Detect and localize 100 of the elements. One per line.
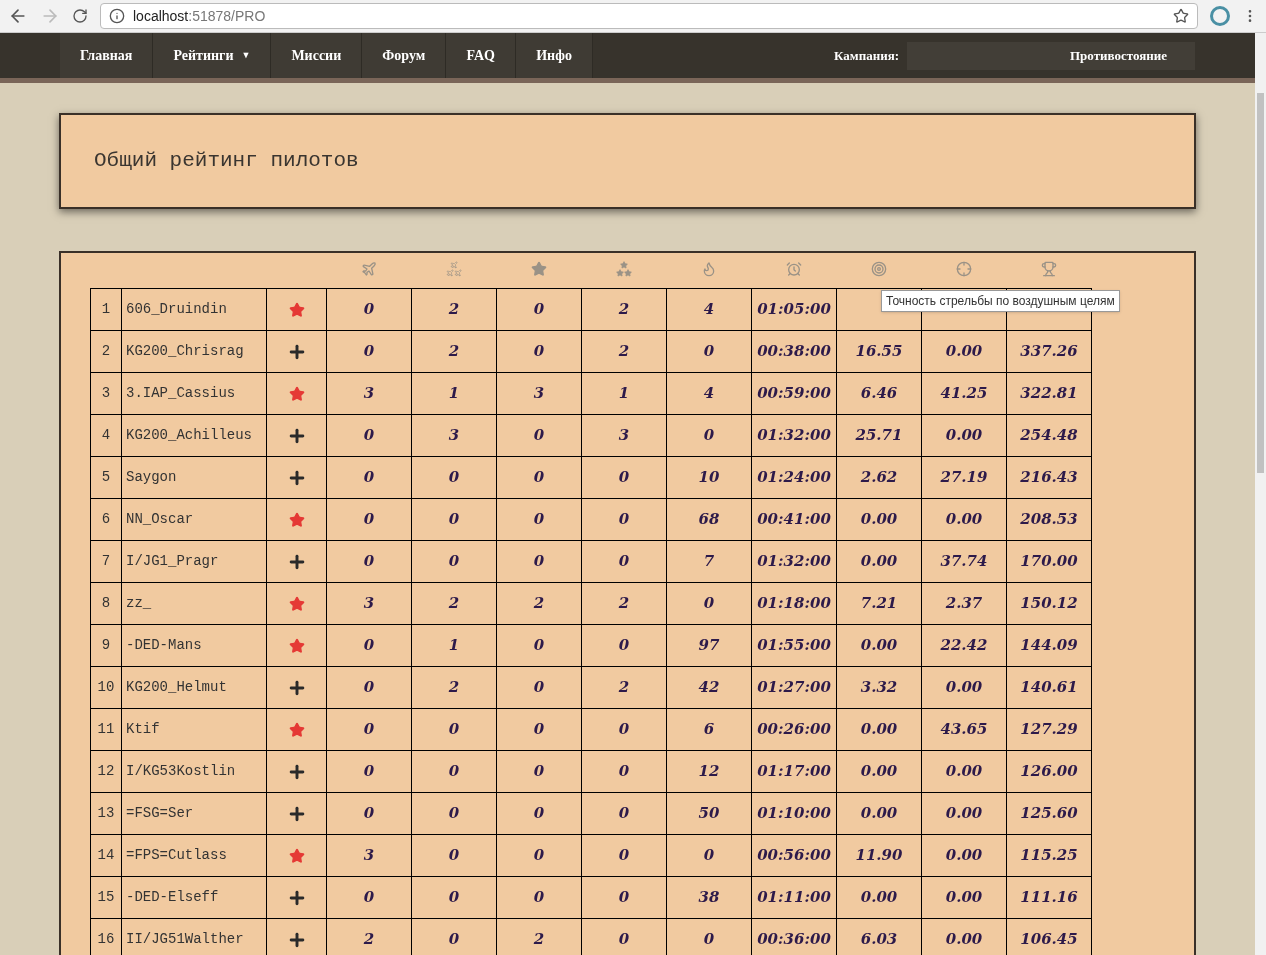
stat-cell: 0 [326,750,412,793]
rank-cell: 11 [90,708,122,751]
stat-cell: 0 [326,624,412,667]
stat-cell: 337.26 [1006,330,1092,373]
pilot-name-cell: -DED-Mans [121,624,267,667]
stat-cell: 41.25 [921,372,1007,415]
stat-cell: 11.90 [836,834,922,877]
stat-cell: 2.62 [836,456,922,499]
stat-cell: 0 [496,330,582,373]
stat-cell: 127.29 [1006,708,1092,751]
stat-cell: 0 [581,876,667,919]
rank-cell: 5 [90,456,122,499]
stat-cell: 2 [581,330,667,373]
stat-cell: 0 [411,456,497,499]
stat-cell: 0 [411,876,497,919]
stat-cell: 0.00 [836,498,922,541]
nav-link[interactable]: Форум [362,33,447,78]
rank-cell: 2 [90,330,122,373]
stat-cell: 0 [666,834,752,877]
stat-cell: 01:17:00 [751,750,837,793]
nav-link[interactable]: Главная [60,33,154,78]
bookmark-star-icon[interactable] [1173,8,1189,24]
stat-cell: 00:59:00 [751,372,837,415]
stat-cell: 4 [666,372,752,415]
pilot-name-cell: I/JG1_Pragr [121,540,267,583]
crosshair-icon [955,261,972,277]
stat-cell: 2 [411,330,497,373]
stat-cell: 7.21 [836,582,922,625]
reload-icon[interactable] [72,8,88,24]
stat-cell: 0.00 [921,330,1007,373]
stat-cell: 0.00 [836,540,922,583]
stat-cell: 3 [326,834,412,877]
rank-cell: 1 [90,288,122,331]
stat-cell: 0.00 [921,414,1007,457]
stat-cell: 322.81 [1006,372,1092,415]
rank-cell: 7 [90,540,122,583]
stat-cell: 0.00 [921,876,1007,919]
stat-cell: 2 [581,582,667,625]
nav-link[interactable]: Миссии [271,33,363,78]
pilot-name-cell: KG200_Helmut [121,666,267,709]
info-icon [109,8,125,24]
stat-cell: 0 [666,330,752,373]
stat-cell: 01:32:00 [751,414,837,457]
page-title: Общий рейтинг пилотов [94,148,359,175]
stat-cell: 0 [581,456,667,499]
stat-cell: 0 [496,456,582,499]
stat-cell: 00:56:00 [751,834,837,877]
stat-cell: 126.00 [1006,750,1092,793]
nav-label: FAQ [466,47,495,65]
stat-cell: 0 [496,540,582,583]
stat-cell: 2 [411,666,497,709]
stat-cell: 00:38:00 [751,330,837,373]
stat-cell: 2 [581,288,667,331]
pilot-name-cell: Ktif [121,708,267,751]
extension-icon[interactable] [1210,6,1230,26]
nav-link[interactable]: FAQ [446,33,517,78]
stat-cell: 42 [666,666,752,709]
stat-cell: 254.48 [1006,414,1092,457]
stat-cell: 0 [496,666,582,709]
url-text: localhost:51878/PRO [133,6,267,26]
pilot-name-cell: 606_Druindin [121,288,267,331]
pilot-name-cell: KG200_Chrisrag [121,330,267,373]
stat-cell: 170.00 [1006,540,1092,583]
stat-cell: 3.32 [836,666,922,709]
stat-cell: 0 [326,288,412,331]
stat-cell: 0 [326,876,412,919]
stat-cell: 0.00 [921,666,1007,709]
stat-cell: 01:11:00 [751,876,837,919]
stat-cell: 0.00 [836,876,922,919]
rank-cell: 13 [90,792,122,835]
stat-cell: 0 [411,750,497,793]
stat-cell: 0 [411,708,497,751]
stat-cell: 6 [666,708,752,751]
stat-cell: 0 [411,834,497,877]
stat-cell: 0 [326,792,412,835]
stat-cell: 01:27:00 [751,666,837,709]
campaign-select[interactable]: Противостояние [907,41,1195,70]
stat-cell: 7 [666,540,752,583]
stat-cell: 0 [581,750,667,793]
stat-cell: 2.37 [921,582,1007,625]
stat-cell: 0.00 [836,792,922,835]
stat-cell: 43.65 [921,708,1007,751]
stat-cell: 01:32:00 [751,540,837,583]
rank-cell: 14 [90,834,122,877]
stat-cell: 115.25 [1006,834,1092,877]
stat-cell: 0 [326,330,412,373]
stat-cell: 0 [496,288,582,331]
stat-cell: 00:41:00 [751,498,837,541]
stat-cell: 0.00 [921,834,1007,877]
stat-cell: 01:55:00 [751,624,837,667]
stat-cell: 01:05:00 [751,288,837,331]
address-bar[interactable]: localhost:51878/PRO [100,3,1198,29]
nav-link[interactable]: Инфо [516,33,593,78]
star-icon [530,261,547,277]
stat-cell: 12 [666,750,752,793]
stat-cell: 01:18:00 [751,582,837,625]
nav-link[interactable]: Рейтинги ▼ [153,33,272,78]
stat-cell: 0 [666,582,752,625]
pilot-name-cell: zz_ [121,582,267,625]
stat-cell: 0 [496,498,582,541]
